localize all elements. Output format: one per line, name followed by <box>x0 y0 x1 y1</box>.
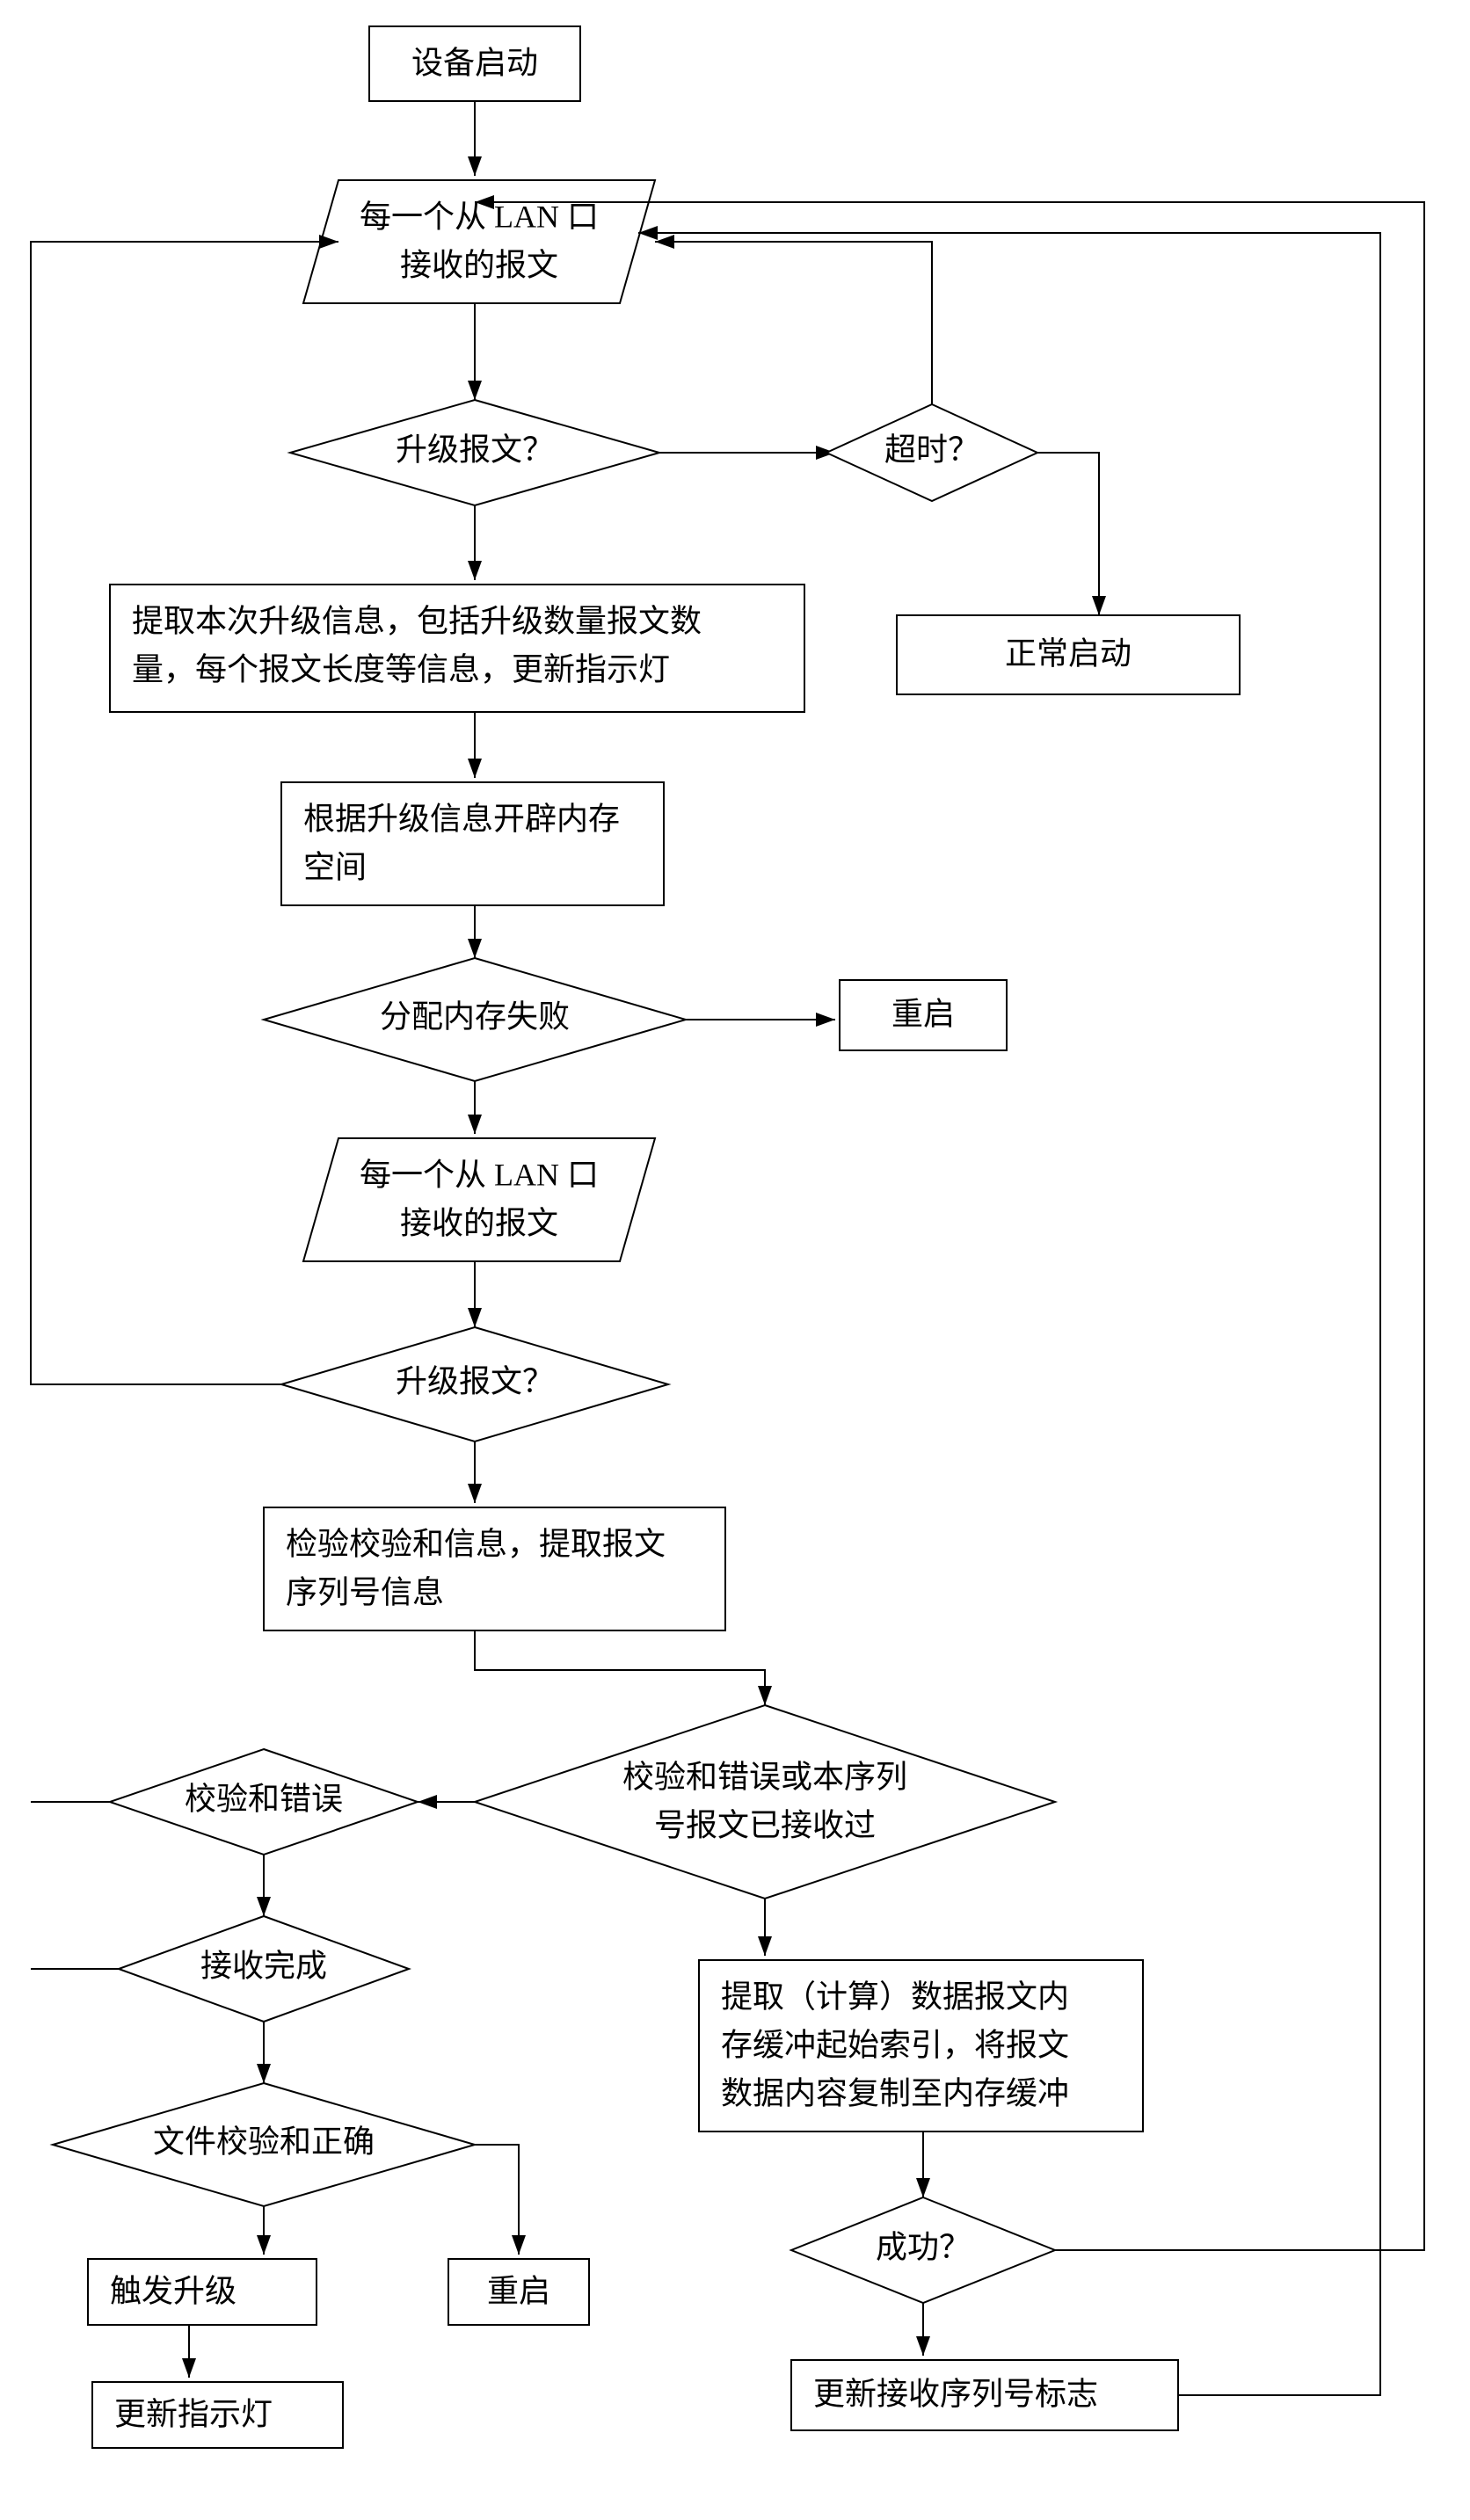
label-update-led: 更新指示灯 <box>114 2396 273 2431</box>
label-dec-upgrade-2: 升级报文？ <box>396 1363 554 1398</box>
label-dec-success: 成功？ <box>876 2229 971 2264</box>
label-extract-l1: 提取本次升级信息，包括升级数量报文数 <box>132 603 702 638</box>
label-extract-l2: 量，每个报文长度等信息，更新指示灯 <box>132 651 670 686</box>
label-copy-l1: 提取（计算）数据报文内 <box>721 1979 1069 2014</box>
label-dec-timeout: 超时？ <box>884 432 979 467</box>
label-restart-2: 重启 <box>487 2273 550 2308</box>
label-dec-recv-done: 接收完成 <box>200 1948 327 1983</box>
label-restart-1: 重启 <box>891 996 955 1031</box>
label-start: 设备启动 <box>411 45 538 80</box>
label-dec-file-ok: 文件校验和正确 <box>153 2124 375 2159</box>
node-dec-chk-dup <box>475 1705 1055 1899</box>
label-copy-l3: 数据内容复制至内存缓冲 <box>721 2075 1069 2110</box>
label-alloc-l2: 空间 <box>303 849 367 884</box>
label-dec-chk-err: 校验和错误 <box>185 1781 343 1816</box>
label-normal-start: 正常启动 <box>1005 635 1132 671</box>
label-dec-chk-dup-l1: 校验和错误或本序列 <box>622 1759 907 1794</box>
label-dec-upgrade-1: 升级报文？ <box>396 432 554 467</box>
label-lan-rx-2-l1: 每一个从 LAN 口 <box>360 1157 599 1192</box>
label-verify-l2: 序列号信息 <box>286 1574 444 1609</box>
label-update-seq: 更新接收序列号标志 <box>813 2376 1098 2411</box>
label-verify-l1: 检验校验和信息，提取报文 <box>286 1526 666 1561</box>
label-copy-l2: 存缓冲起始索引，将报文 <box>721 2027 1069 2062</box>
label-alloc-l1: 根据升级信息开辟内存 <box>303 801 620 836</box>
label-lan-rx-2-l2: 接收的报文 <box>400 1205 558 1240</box>
label-trigger: 触发升级 <box>110 2273 237 2308</box>
flowchart: 设备启动 每一个从 LAN 口 接收的报文 升级报文？ 超时？ 正常启动 提取本… <box>0 0 1470 2520</box>
label-lan-rx-1-l1: 每一个从 LAN 口 <box>360 199 599 234</box>
label-lan-rx-1-l2: 接收的报文 <box>400 247 558 282</box>
label-dec-chk-dup-l2: 号报文已接收过 <box>654 1807 876 1842</box>
label-dec-alloc-fail: 分配内存失败 <box>380 999 570 1034</box>
